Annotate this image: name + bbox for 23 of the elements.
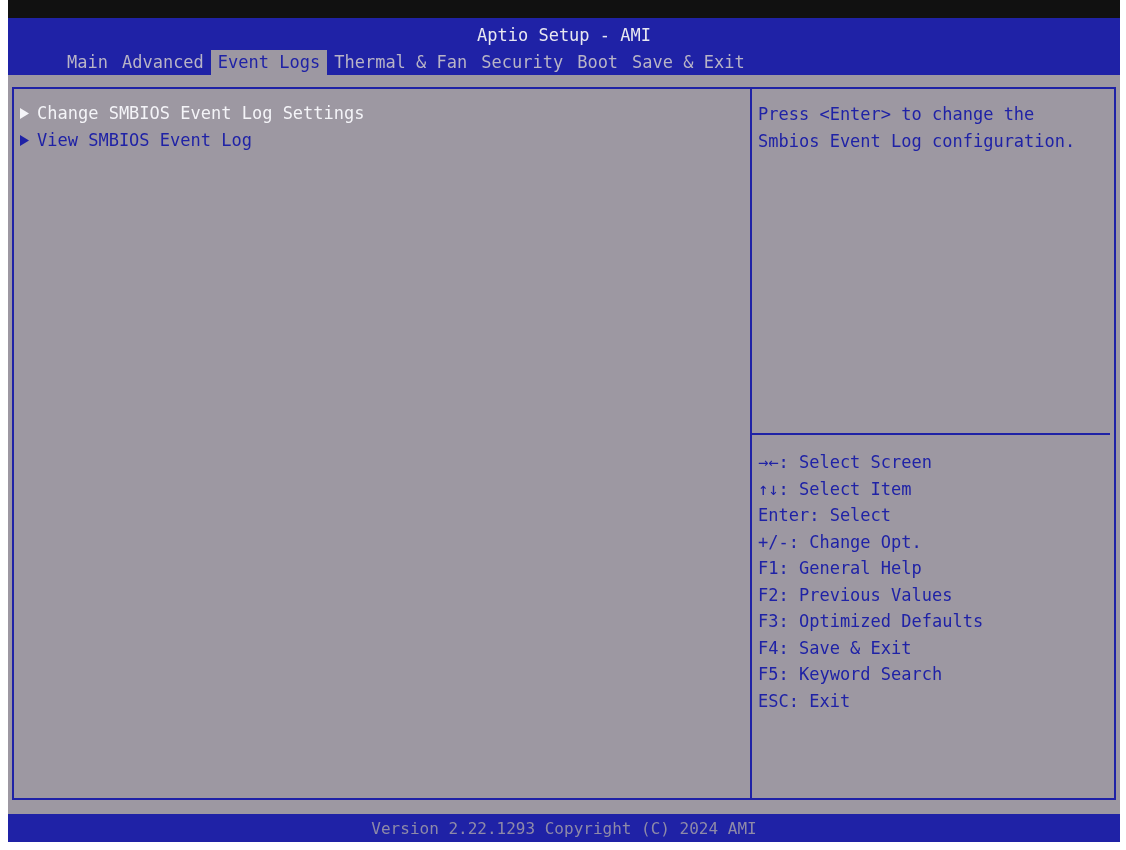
menu-item[interactable]: View SMBIOS Event Log bbox=[20, 128, 750, 152]
key-hint: F4: Save & Exit bbox=[758, 636, 913, 660]
key-hint: ↑↓: Select Item bbox=[758, 477, 913, 501]
key-hint: F5: Keyword Search bbox=[758, 663, 944, 686]
tab[interactable]: Advanced bbox=[114, 50, 211, 75]
key-hint: F2: Previous Values bbox=[758, 583, 954, 607]
tab[interactable]: Save & Exit bbox=[625, 50, 752, 75]
help-text: Press <Enter> to change the Smbios Event Log configuration. bbox=[752, 89, 1110, 435]
key-hint: F3: Optimized Defaults bbox=[758, 610, 985, 633]
version-text: Version 2.22.1293 Copyright (C) 2024 AMI bbox=[371, 818, 757, 838]
key-hint: F1: General Help bbox=[758, 557, 923, 580]
key-hint: Enter: Select bbox=[758, 504, 893, 527]
tab[interactable]: Security bbox=[474, 50, 571, 75]
key-hint: +/-: Change Opt. bbox=[758, 530, 923, 554]
window-title: Aptio Setup - AMI bbox=[477, 24, 651, 46]
tab[interactable]: Main bbox=[60, 50, 115, 75]
key-hint: ESC: Exit bbox=[758, 689, 852, 713]
tab[interactable]: Event Logs bbox=[210, 50, 328, 75]
tab[interactable]: Boot bbox=[570, 50, 626, 75]
key-hint: →←: Select Screen bbox=[758, 451, 933, 474]
triangle-icon bbox=[20, 134, 29, 146]
triangle-icon bbox=[20, 107, 29, 119]
tab[interactable]: Thermal & Fan bbox=[327, 50, 475, 75]
